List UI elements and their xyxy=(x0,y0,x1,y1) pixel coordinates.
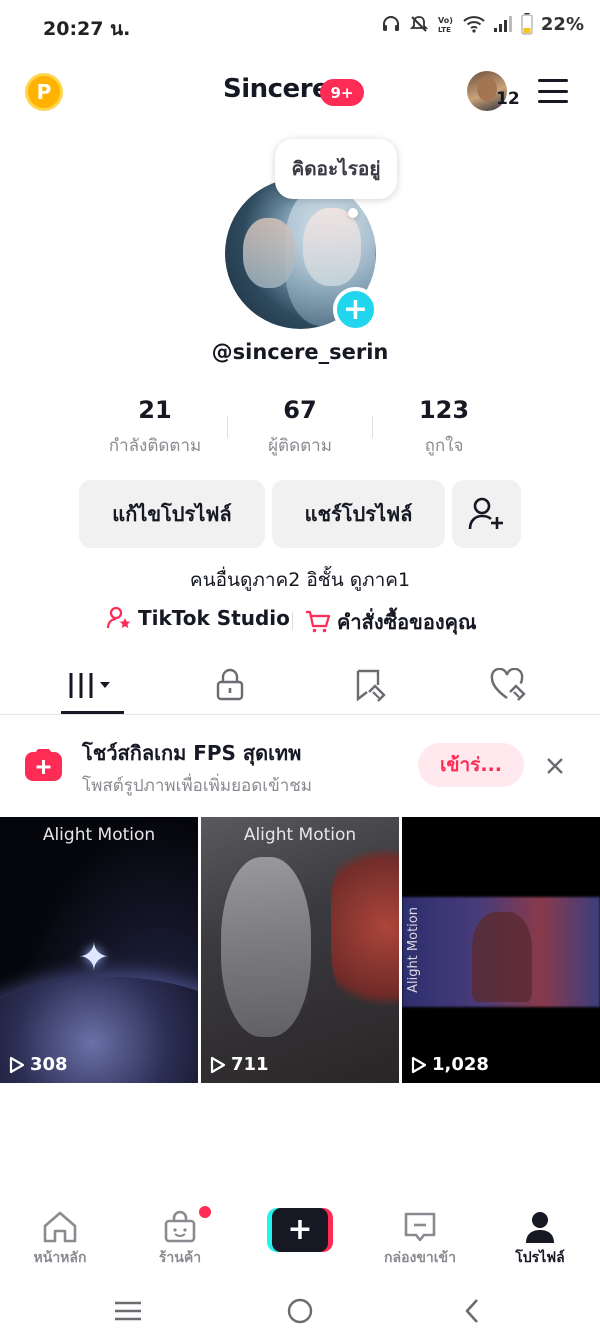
volte-icon: Vo) LTE xyxy=(437,14,455,34)
page-title[interactable]: Sincere xyxy=(223,74,330,104)
add-post-cloud-icon xyxy=(25,749,62,781)
orders-link[interactable]: คำสั่งซื้อของคุณ xyxy=(305,606,477,638)
create-button[interactable]: + xyxy=(267,1208,333,1252)
add-story-plus-icon[interactable]: + xyxy=(333,287,378,332)
stat-followers-value: 67 xyxy=(283,396,317,424)
promo-title: โชว์สกิลเกม FPS สุดเทพ xyxy=(82,741,302,765)
inbox-icon xyxy=(404,1212,436,1242)
tab-liked[interactable] xyxy=(433,655,583,715)
note-bubble[interactable]: คิดอะไรอยู่ xyxy=(275,139,397,199)
system-navigation-bar xyxy=(0,1280,600,1343)
stat-followers[interactable]: 67 ผู้ติดตาม xyxy=(230,396,370,459)
nav-inbox-label: กล่องขาเข้า xyxy=(384,1250,456,1266)
signal-icon xyxy=(493,15,513,33)
bottom-navigation: หน้าหลัก ร้านค้า + กล่องขาเข้า โปรไฟล์ xyxy=(0,1196,600,1276)
promo-subtitle: โพสต์รูปภาพเพื่อเพิ่มยอดเข้าชม xyxy=(82,776,313,796)
profile-tabs xyxy=(0,655,600,715)
nav-shop[interactable]: ร้านค้า xyxy=(120,1210,240,1270)
cart-icon xyxy=(306,610,331,633)
tiktok-studio-label: TikTok Studio xyxy=(138,606,290,630)
mute-icon xyxy=(409,14,429,34)
play-outline-icon xyxy=(210,1056,226,1073)
add-person-icon xyxy=(468,497,503,530)
stat-following-value: 21 xyxy=(138,396,172,424)
edit-profile-button[interactable]: แก้ไขโปรไฟล์ xyxy=(79,480,265,548)
shop-bag-icon xyxy=(164,1210,196,1243)
stat-following-label: กำลังติดตาม xyxy=(108,436,202,456)
back-chevron-icon[interactable] xyxy=(452,1294,492,1328)
profile-bio: คนอื่นดูภาค2 อิชั้น ดูภาค1 xyxy=(189,569,411,591)
stat-likes-label: ถูกใจ xyxy=(424,436,464,456)
note-bubble-tail xyxy=(348,208,358,218)
svg-text:LTE: LTE xyxy=(438,26,451,34)
svg-text:Vo): Vo) xyxy=(438,16,453,25)
promo-join-button[interactable]: เข้าร่... xyxy=(418,743,524,787)
tab-videos[interactable] xyxy=(17,655,167,715)
video-watermark: Alight Motion xyxy=(406,907,421,993)
view-count: 711 xyxy=(231,1054,269,1075)
star-sparkle-icon: ✦ xyxy=(78,935,110,979)
nav-profile[interactable]: โปรไฟล์ xyxy=(480,1210,600,1270)
profile-person-icon xyxy=(526,1212,554,1243)
video-thumbnail[interactable]: Alight Motion 711 xyxy=(201,817,399,1083)
add-friend-button[interactable] xyxy=(452,480,521,548)
share-profile-button[interactable]: แชร์โปรไฟล์ xyxy=(272,480,445,548)
stat-divider xyxy=(227,416,228,438)
close-icon[interactable] xyxy=(540,751,570,781)
recent-apps-icon[interactable] xyxy=(108,1294,148,1328)
tab-reposts[interactable] xyxy=(295,655,445,715)
challenge-promo-banner[interactable]: โชว์สกิลเกม FPS สุดเทพ โพสต์รูปภาพเพื่อเ… xyxy=(0,715,600,817)
studio-person-star-icon xyxy=(106,606,131,629)
video-thumbnail[interactable]: ✦ Alight Motion 308 xyxy=(0,817,198,1083)
video-views: 308 xyxy=(9,1054,68,1075)
liked-heart-icon xyxy=(490,668,526,701)
videos-grid-icon xyxy=(69,673,110,698)
profile-handle: @sincere_serin xyxy=(211,340,389,364)
video-views: 711 xyxy=(210,1054,269,1075)
account-notification-badge[interactable]: 9+ xyxy=(320,79,364,106)
create-plus-icon: + xyxy=(272,1208,328,1252)
video-thumbnail[interactable]: Alight Motion 1,028 xyxy=(402,817,600,1083)
video-watermark: Alight Motion xyxy=(243,825,357,845)
repost-bookmark-icon xyxy=(356,669,386,702)
friends-count: 12 xyxy=(496,89,520,109)
battery-icon xyxy=(521,13,533,35)
orders-label: คำสั่งซื้อของคุณ xyxy=(337,610,477,634)
profile-header: P Sincere 9+ 12 xyxy=(0,60,600,124)
coin-icon[interactable]: P xyxy=(25,73,63,111)
stat-followers-label: ผู้ติดตาม xyxy=(268,436,332,456)
nav-profile-label: โปรไฟล์ xyxy=(515,1250,565,1266)
link-divider xyxy=(292,612,293,630)
nav-inbox[interactable]: กล่องขาเข้า xyxy=(360,1210,480,1270)
stat-following[interactable]: 21 กำลังติดตาม xyxy=(85,396,225,459)
nav-home[interactable]: หน้าหลัก xyxy=(0,1210,120,1270)
stat-likes-value: 123 xyxy=(418,396,470,424)
status-bar: 20:27 น. Vo) LTE 22% xyxy=(0,0,600,52)
stat-divider xyxy=(372,416,373,438)
battery-percent: 22% xyxy=(540,13,584,35)
status-icons: Vo) LTE 22% xyxy=(381,13,584,35)
play-outline-icon xyxy=(411,1056,427,1073)
nav-shop-label: ร้านค้า xyxy=(158,1250,202,1266)
play-outline-icon xyxy=(9,1056,25,1073)
lock-icon xyxy=(216,668,244,701)
headphones-icon xyxy=(381,14,401,34)
home-circle-icon[interactable] xyxy=(280,1294,320,1328)
nav-home-label: หน้าหลัก xyxy=(33,1250,87,1266)
tiktok-studio-link[interactable]: TikTok Studio xyxy=(106,606,290,630)
active-tab-indicator xyxy=(61,711,124,714)
stat-likes[interactable]: 123 ถูกใจ xyxy=(374,396,514,459)
shop-notification-dot xyxy=(199,1206,211,1218)
video-watermark: Alight Motion xyxy=(42,825,156,845)
video-views: 1,028 xyxy=(411,1054,489,1075)
profile-links: TikTok Studio คำสั่งซื้อของคุณ xyxy=(0,606,600,636)
status-time: 20:27 น. xyxy=(43,18,131,40)
video-grid: ✦ Alight Motion 308 Alight Motion 711 Al… xyxy=(0,817,600,1083)
wifi-icon xyxy=(463,15,485,33)
hamburger-menu-icon[interactable] xyxy=(538,79,568,103)
view-count: 1,028 xyxy=(432,1054,489,1075)
home-icon xyxy=(43,1211,77,1243)
tab-private[interactable] xyxy=(155,655,305,715)
view-count: 308 xyxy=(30,1054,68,1075)
